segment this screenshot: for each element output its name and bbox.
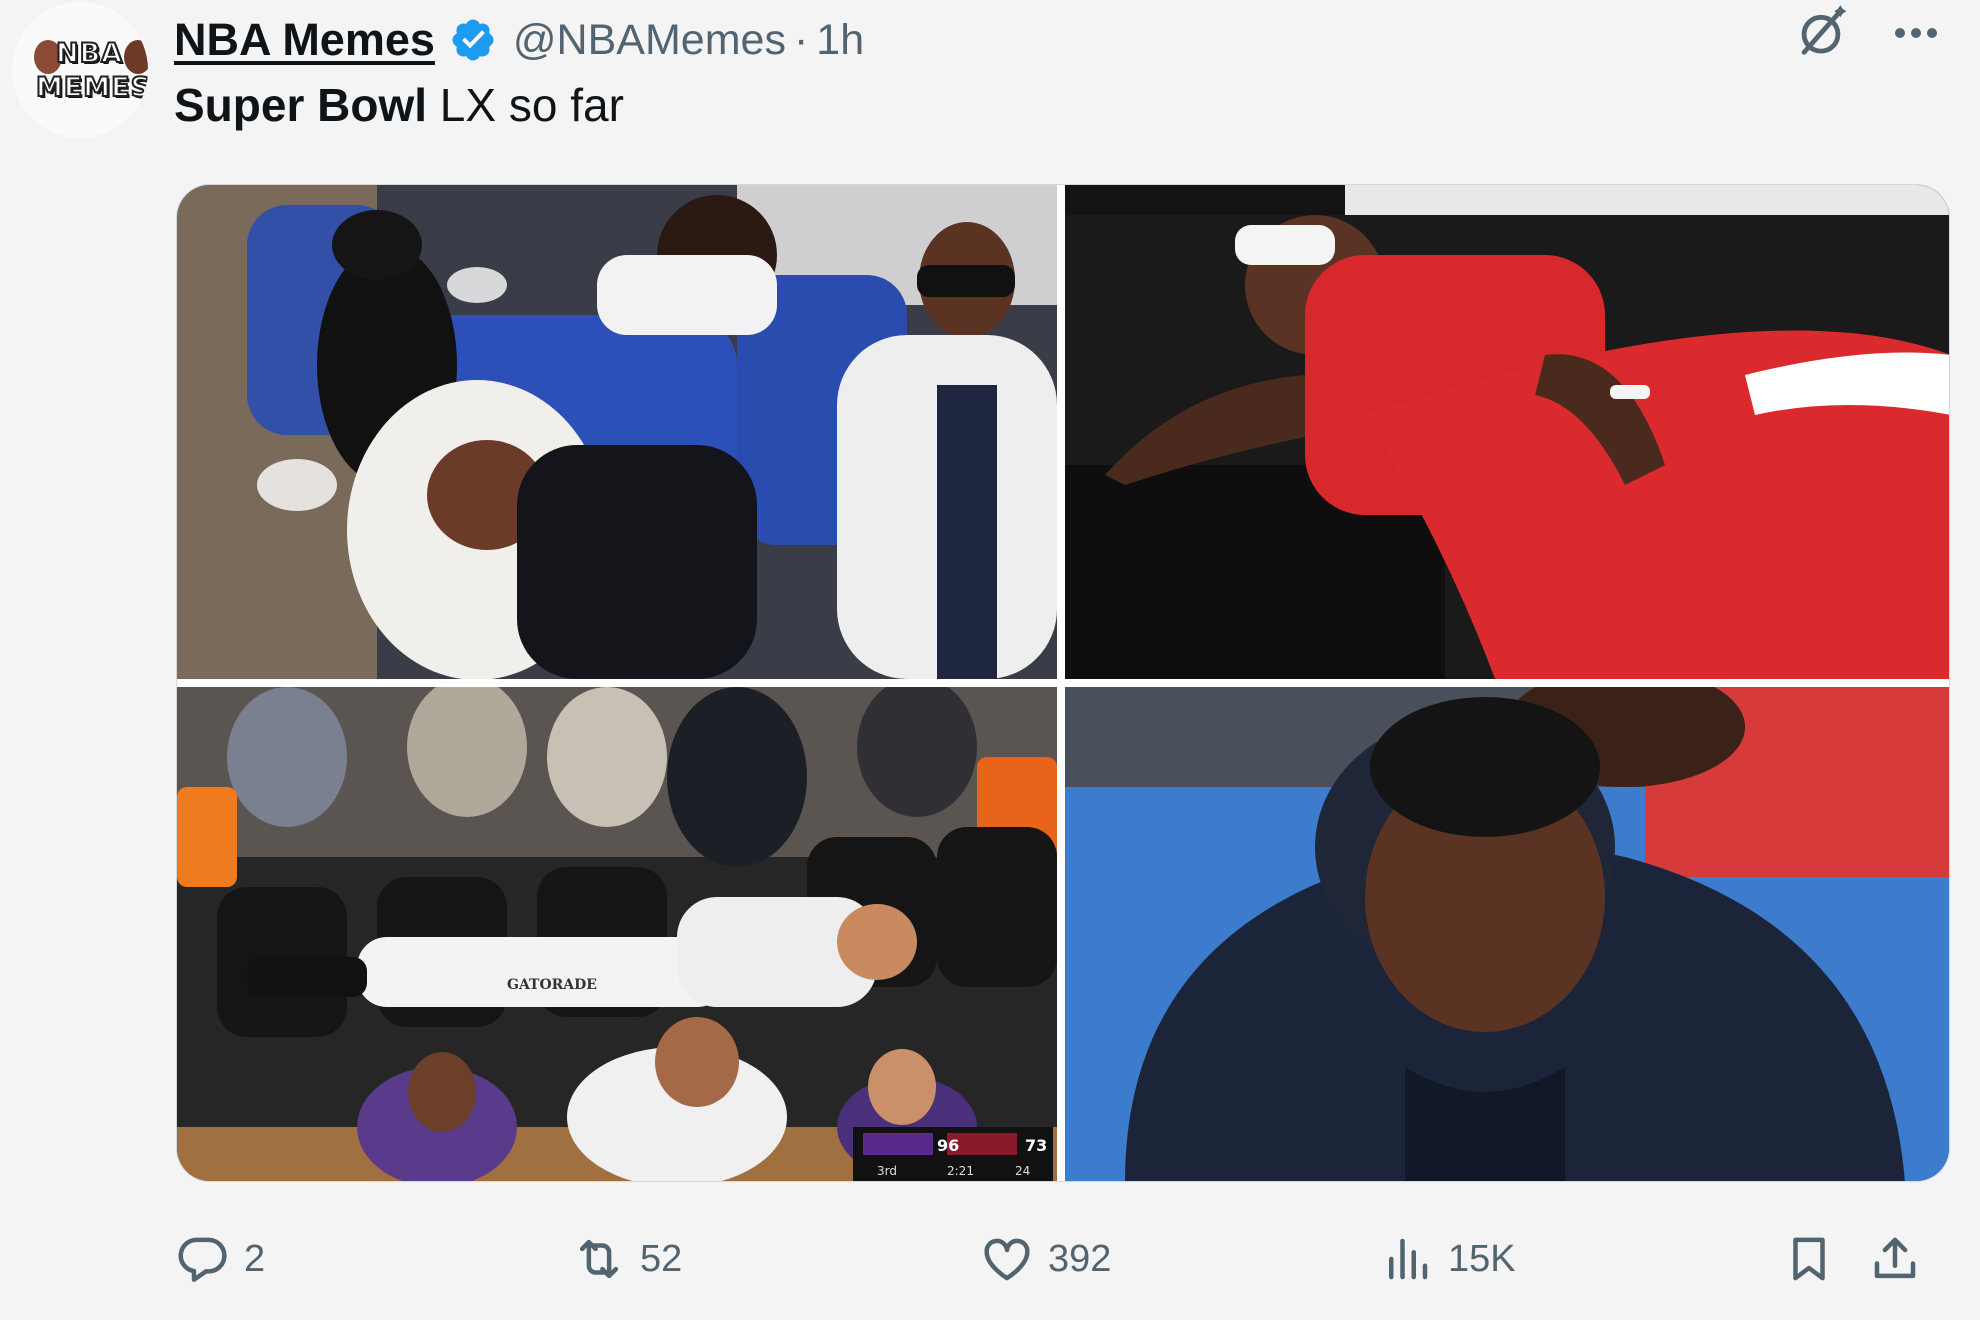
grok-icon[interactable] [1792, 4, 1850, 62]
photo-players-sleeping-on-plane-icon [177, 185, 1057, 679]
photo-player-lying-on-courtside-chairs-icon: 96 73 3rd 2:21 24 GATORADE [177, 687, 1057, 1181]
reply-button[interactable]: 2 [176, 1226, 265, 1292]
share-button[interactable] [1868, 1226, 1922, 1292]
views-chart-icon [1389, 1238, 1428, 1280]
tweet-timestamp[interactable]: 1h [816, 16, 864, 65]
scoreboard-shot-clock: 24 [1015, 1164, 1030, 1178]
reply-count: 2 [244, 1237, 266, 1280]
tweet-header: NBA Memes @NBAMemes · 1h [174, 10, 864, 70]
avatar[interactable]: NBA MEMES [12, 2, 148, 138]
avatar-logo-line1: NBA [55, 37, 124, 70]
tweet-actions: 2 52 392 15K [176, 1226, 1956, 1292]
sponsor-text: GATORADE [507, 977, 597, 993]
scoreboard-team1-score: 96 [937, 1136, 959, 1155]
media-photo-4[interactable] [1065, 687, 1949, 1181]
author-handle[interactable]: @NBAMemes [513, 16, 786, 65]
tweet-text: Super Bowl LX so far [174, 78, 624, 132]
media-photo-1[interactable] [177, 185, 1057, 679]
avatar-logo-line2: MEMES [35, 71, 148, 104]
tweet-card[interactable]: NBA MEMES NBA Memes @NBAMemes · 1h Super… [0, 0, 1980, 1320]
avatar-face-right [124, 40, 148, 74]
repost-button[interactable]: 52 [572, 1226, 682, 1292]
avatar-logo: NBA MEMES [20, 32, 148, 108]
bookmark-icon [1793, 1237, 1825, 1281]
scoreboard-period: 3rd [877, 1164, 897, 1178]
views-count: 15K [1448, 1237, 1516, 1280]
like-button[interactable]: 392 [980, 1226, 1111, 1292]
repost-count: 52 [640, 1237, 683, 1280]
media-grid: 96 73 3rd 2:21 24 GATORADE [176, 184, 1950, 1182]
media-photo-3[interactable]: 96 73 3rd 2:21 24 GATORADE [177, 687, 1057, 1181]
views-button[interactable]: 15K [1380, 1226, 1516, 1292]
bookmark-button[interactable] [1782, 1226, 1836, 1292]
media-photo-2[interactable] [1065, 185, 1949, 679]
more-options-icon[interactable] [1888, 16, 1944, 50]
reply-icon [178, 1237, 227, 1282]
author-display-name[interactable]: NBA Memes [174, 14, 435, 66]
repost-icon [579, 1239, 619, 1279]
scoreboard-team2-score: 73 [1025, 1136, 1047, 1155]
scoreboard-clock: 2:21 [947, 1164, 974, 1178]
photo-player-sleeping-on-couch-icon [1065, 185, 1949, 679]
like-count: 392 [1048, 1237, 1112, 1280]
share-icon [1874, 1237, 1916, 1279]
heart-icon [984, 1238, 1030, 1281]
photo-player-sleeping-on-bench-icon [1065, 687, 1949, 1181]
tweet-text-bold[interactable]: Super Bowl [174, 79, 427, 131]
verified-badge-icon [452, 19, 494, 61]
header-separator: · [793, 15, 809, 64]
tweet-text-rest: LX so far [427, 79, 624, 131]
